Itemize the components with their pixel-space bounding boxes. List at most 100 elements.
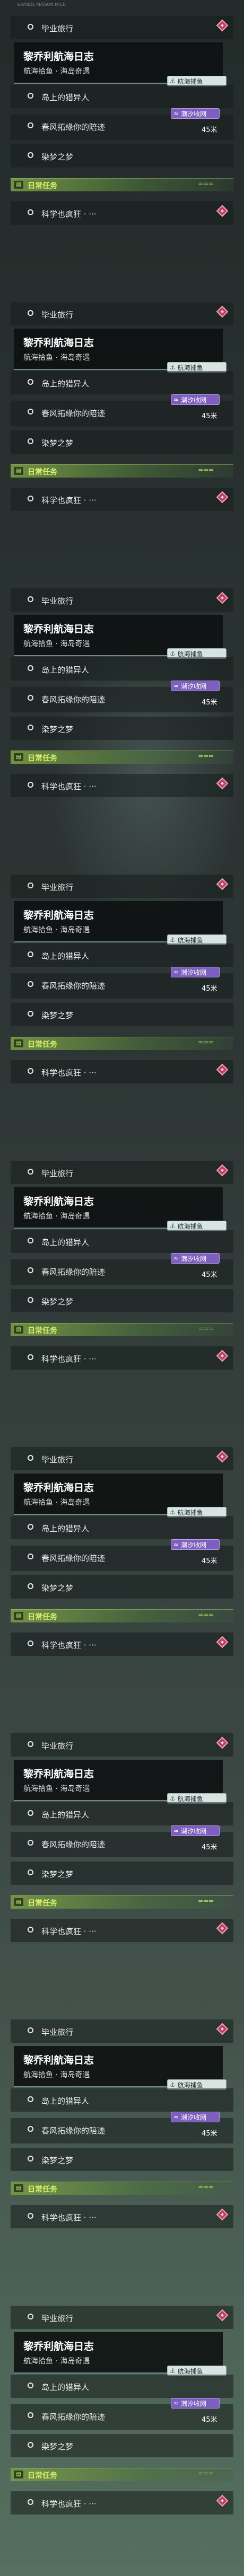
task-label: 毕业旅行 bbox=[41, 24, 74, 33]
calendar-icon: ▤ bbox=[14, 1898, 23, 1906]
task-label: 春风拓缘你的陪迹 bbox=[41, 1554, 106, 1563]
task-dyed-dream[interactable]: 染梦之梦 bbox=[11, 144, 233, 167]
task-island-hunter[interactable]: 岛上的猎异人 bbox=[11, 1516, 233, 1539]
main-quest-subtitle: 航海拾鱼 · 海岛奇遇 bbox=[23, 1785, 90, 1793]
divider-ticks: ═══ bbox=[198, 1898, 214, 1905]
main-quest-subtitle: 航海拾鱼 · 海岛奇遇 bbox=[23, 2071, 90, 2079]
circle-outline-icon bbox=[28, 2213, 33, 2219]
task-label: 毕业旅行 bbox=[41, 2314, 74, 2323]
calendar-icon: ▤ bbox=[14, 1039, 23, 1047]
boat-icon: ⚓ bbox=[170, 650, 176, 657]
daily-tasks-header[interactable]: ▤ 日常任务 ═══ bbox=[11, 178, 233, 191]
task-label: 春风拓缘你的陪迹 bbox=[41, 2412, 106, 2422]
tide-net-badge: ≈ 潮汐收网 bbox=[171, 2398, 220, 2409]
daily-tasks-header[interactable]: ▤ 日常任务 ═══ bbox=[11, 751, 233, 764]
circle-outline-icon bbox=[28, 725, 33, 730]
task-graduation-trip[interactable]: 毕业旅行 bbox=[11, 2306, 233, 2329]
wave-icon: ≈ bbox=[173, 968, 179, 976]
task-science-crazy[interactable]: 科学也疯狂 · ··· bbox=[11, 1346, 233, 1370]
task-science-crazy[interactable]: 科学也疯狂 · ··· bbox=[11, 1919, 233, 1942]
task-label: 染梦之梦 bbox=[41, 1583, 74, 1593]
task-island-hunter[interactable]: 岛上的猎异人 bbox=[11, 2375, 233, 2398]
quest-panel-8: 毕业旅行 黎乔利航海日志 航海拾鱼 · 海岛奇遇 ⚓ 航海捕鱼 岛上的猎异人 春风… bbox=[0, 2004, 244, 2290]
task-dyed-dream[interactable]: 染梦之梦 bbox=[11, 1003, 233, 1026]
task-island-hunter[interactable]: 岛上的猎异人 bbox=[11, 85, 233, 108]
task-label: 岛上的猎异人 bbox=[41, 1810, 90, 1820]
task-graduation-trip[interactable]: 毕业旅行 bbox=[11, 588, 233, 612]
wave-icon: ≈ bbox=[173, 396, 179, 403]
main-quest-subtitle: 航海拾鱼 · 海岛奇遇 bbox=[23, 1212, 90, 1221]
task-label: 科学也疯狂 · ··· bbox=[41, 496, 97, 505]
task-label: 岛上的猎异人 bbox=[41, 1238, 90, 1247]
circle-outline-icon bbox=[28, 2499, 33, 2505]
task-dyed-dream[interactable]: 染梦之梦 bbox=[11, 1575, 233, 1599]
boat-icon: ⚓ bbox=[170, 2081, 176, 2088]
circle-outline-icon bbox=[28, 379, 33, 385]
daily-tasks-label: 日常任务 bbox=[28, 2185, 57, 2194]
task-science-crazy[interactable]: 科学也疯狂 · ··· bbox=[11, 2491, 233, 2515]
circle-outline-icon bbox=[28, 1583, 33, 1589]
circle-outline-icon bbox=[28, 2126, 33, 2132]
task-dyed-dream[interactable]: 染梦之梦 bbox=[11, 430, 233, 454]
calendar-icon: ▤ bbox=[14, 2184, 23, 2192]
task-island-hunter[interactable]: 岛上的猎异人 bbox=[11, 2088, 233, 2112]
daily-tasks-header[interactable]: ▤ 日常任务 ═══ bbox=[11, 1895, 233, 1909]
calendar-icon: ▤ bbox=[14, 1326, 23, 1334]
task-graduation-trip[interactable]: 毕业旅行 bbox=[11, 302, 233, 325]
daily-tasks-header[interactable]: ▤ 日常任务 ═══ bbox=[11, 1609, 233, 1622]
task-label: 科学也疯狂 · ··· bbox=[41, 1640, 97, 1650]
task-label: 染梦之梦 bbox=[41, 2442, 74, 2451]
task-science-crazy[interactable]: 科学也疯狂 · ··· bbox=[11, 488, 233, 511]
daily-tasks-header[interactable]: ▤ 日常任务 ═══ bbox=[11, 464, 233, 478]
task-dyed-dream[interactable]: 染梦之梦 bbox=[11, 2148, 233, 2171]
main-quest-title: 黎乔利航海日志 bbox=[23, 910, 94, 921]
quest-panel-9: 毕业旅行 黎乔利航海日志 航海拾鱼 · 海岛奇遇 ⚓ 航海捕鱼 岛上的猎异人 春风… bbox=[0, 2290, 244, 2576]
calendar-icon: ▤ bbox=[14, 1612, 23, 1620]
daily-tasks-header[interactable]: ▤ 日常任务 ═══ bbox=[11, 2182, 233, 2195]
task-label: 岛上的猎异人 bbox=[41, 2096, 90, 2106]
task-island-hunter[interactable]: 岛上的猎异人 bbox=[11, 1802, 233, 1825]
main-quest-title: 黎乔利航海日志 bbox=[23, 51, 94, 63]
main-quest-subtitle: 航海拾鱼 · 海岛奇遇 bbox=[23, 1498, 90, 1507]
top-tagline: GRANDE MAISON MICE bbox=[17, 2, 66, 7]
daily-tasks-header[interactable]: ▤ 日常任务 ═══ bbox=[11, 1037, 233, 1050]
task-graduation-trip[interactable]: 毕业旅行 bbox=[11, 2019, 233, 2043]
task-dyed-dream[interactable]: 染梦之梦 bbox=[11, 1862, 233, 1885]
circle-outline-icon bbox=[28, 782, 33, 788]
task-graduation-trip[interactable]: 毕业旅行 bbox=[11, 875, 233, 898]
daily-tasks-label: 日常任务 bbox=[28, 182, 57, 190]
circle-outline-icon bbox=[28, 2156, 33, 2162]
boat-icon: ⚓ bbox=[170, 77, 176, 85]
task-island-hunter[interactable]: 岛上的猎异人 bbox=[11, 657, 233, 681]
calendar-icon: ▤ bbox=[14, 181, 23, 189]
quest-panel-1: GRANDE MAISON MICE 毕业旅行 黎乔利航海日志 航海拾鱼 · 海… bbox=[0, 0, 244, 286]
task-graduation-trip[interactable]: 毕业旅行 bbox=[11, 1447, 233, 1470]
quest-panel-5: 毕业旅行 黎乔利航海日志 航海拾鱼 · 海岛奇遇 ⚓ 航海捕鱼 岛上的猎异人 春风… bbox=[0, 1145, 244, 1431]
task-dyed-dream[interactable]: 染梦之梦 bbox=[11, 717, 233, 740]
task-dyed-dream[interactable]: 染梦之梦 bbox=[11, 1289, 233, 1312]
task-science-crazy[interactable]: 科学也疯狂 · ··· bbox=[11, 1060, 233, 1083]
task-island-hunter[interactable]: 岛上的猎异人 bbox=[11, 1230, 233, 1253]
task-science-crazy[interactable]: 科学也疯狂 · ··· bbox=[11, 1633, 233, 1656]
task-label: 科学也疯狂 · ··· bbox=[41, 2499, 97, 2509]
daily-tasks-header[interactable]: ▤ 日常任务 ═══ bbox=[11, 2468, 233, 2481]
task-island-hunter[interactable]: 岛上的猎异人 bbox=[11, 943, 233, 967]
task-dyed-dream[interactable]: 染梦之梦 bbox=[11, 2434, 233, 2457]
divider-ticks: ═══ bbox=[198, 2184, 214, 2192]
task-graduation-trip[interactable]: 毕业旅行 bbox=[11, 16, 233, 39]
circle-outline-icon bbox=[28, 496, 33, 501]
task-graduation-trip[interactable]: 毕业旅行 bbox=[11, 1733, 233, 1757]
tide-net-badge: ≈ 潮汐收网 bbox=[171, 108, 220, 119]
main-quest-title: 黎乔利航海日志 bbox=[23, 2341, 94, 2352]
main-quest-subtitle: 航海拾鱼 · 海岛奇遇 bbox=[23, 640, 90, 648]
task-science-crazy[interactable]: 科学也疯狂 · ··· bbox=[11, 201, 233, 225]
distance-label: 45米 bbox=[202, 1557, 217, 1565]
circle-outline-icon bbox=[28, 1169, 33, 1175]
task-science-crazy[interactable]: 科学也疯狂 · ··· bbox=[11, 774, 233, 797]
task-island-hunter[interactable]: 岛上的猎异人 bbox=[11, 371, 233, 394]
distance-label: 45米 bbox=[202, 412, 217, 420]
daily-tasks-header[interactable]: ▤ 日常任务 ═══ bbox=[11, 1323, 233, 1336]
task-graduation-trip[interactable]: 毕业旅行 bbox=[11, 1161, 233, 1184]
task-label: 毕业旅行 bbox=[41, 883, 74, 892]
task-science-crazy[interactable]: 科学也疯狂 · ··· bbox=[11, 2205, 233, 2228]
